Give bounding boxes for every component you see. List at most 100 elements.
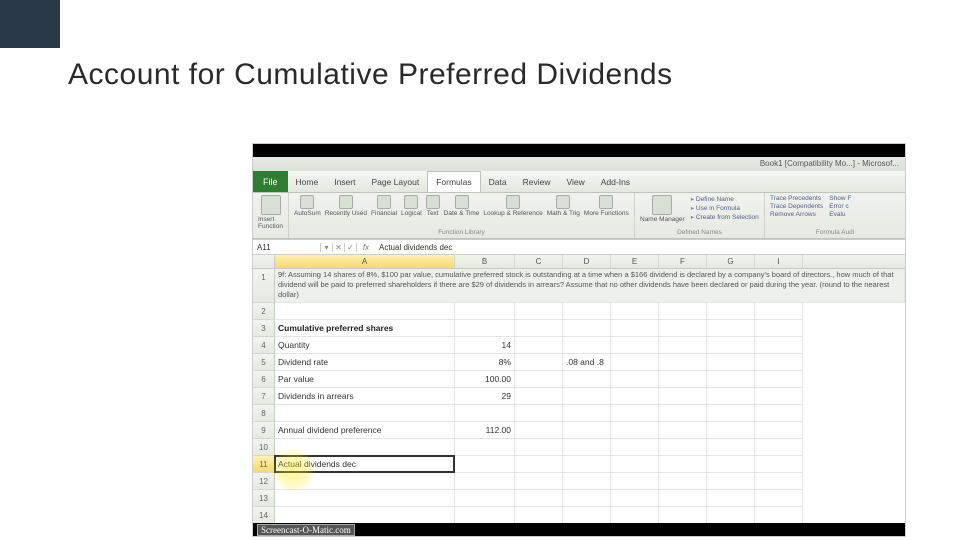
slide-title: Account for Cumulative Preferred Dividen… bbox=[68, 58, 673, 92]
logical-icon bbox=[404, 195, 418, 209]
fx-icon[interactable]: fx bbox=[357, 243, 375, 252]
col-D[interactable]: D bbox=[563, 255, 611, 268]
lookup-button[interactable]: Lookup & Reference bbox=[483, 195, 542, 217]
screencast-watermark: Screencast-O-Matic.com bbox=[257, 524, 355, 536]
cell-B4[interactable]: 14 bbox=[455, 337, 515, 354]
financial-icon bbox=[377, 195, 391, 209]
row-3-header[interactable]: 3 bbox=[253, 320, 275, 337]
tab-home[interactable]: Home bbox=[288, 171, 327, 192]
cell-A5[interactable]: Dividend rate bbox=[275, 354, 455, 371]
cell-D5[interactable]: .08 and .8 bbox=[563, 354, 611, 371]
text-button[interactable]: Text bbox=[426, 195, 440, 217]
row-8-header[interactable]: 8 bbox=[253, 405, 275, 422]
audit-list2: Show F Error c Evalu bbox=[829, 195, 851, 218]
group-function-library: Function Library bbox=[294, 229, 629, 236]
col-C[interactable]: C bbox=[515, 255, 563, 268]
name-box[interactable]: A11 bbox=[253, 243, 321, 252]
row-5-header[interactable]: 5 bbox=[253, 354, 275, 371]
autosum-button[interactable]: AutoSum bbox=[294, 195, 321, 217]
cell-A11-active[interactable]: Actual dividends dec bbox=[275, 456, 455, 473]
cell-B6[interactable]: 100.00 bbox=[455, 371, 515, 388]
trace-dependents-button[interactable]: Trace Dependents bbox=[770, 203, 823, 210]
cell-A6[interactable]: Par value bbox=[275, 371, 455, 388]
financial-button[interactable]: Financial bbox=[371, 195, 397, 217]
row-11-header[interactable]: 11 bbox=[253, 456, 275, 473]
math-icon bbox=[556, 195, 570, 209]
recent-button[interactable]: Recently Used bbox=[325, 195, 367, 217]
column-headers: A B C D E F G I bbox=[253, 255, 905, 269]
name-manager-button[interactable]: Name Manager bbox=[640, 195, 685, 223]
row-12-header[interactable]: 12 bbox=[253, 473, 275, 490]
logical-button[interactable]: Logical bbox=[401, 195, 422, 217]
cell-B9[interactable]: 112.00 bbox=[455, 422, 515, 439]
tab-addins[interactable]: Add-Ins bbox=[593, 171, 638, 192]
ribbon-tabs: File Home Insert Page Layout Formulas Da… bbox=[253, 171, 905, 193]
tab-review[interactable]: Review bbox=[515, 171, 559, 192]
formula-bar[interactable]: Actual dividends dec bbox=[375, 243, 905, 252]
row-4-header[interactable]: 4 bbox=[253, 337, 275, 354]
use-in-formula-button[interactable]: Use in Formula bbox=[691, 204, 759, 212]
error-check-button[interactable]: Error c bbox=[829, 203, 851, 210]
video-letterbox-bottom: Screencast-O-Matic.com bbox=[253, 523, 905, 536]
cell-B5[interactable]: 8% bbox=[455, 354, 515, 371]
recent-icon bbox=[339, 195, 353, 209]
accept-edit-icon[interactable]: ✓ bbox=[345, 243, 357, 252]
text-icon bbox=[426, 195, 440, 209]
row-13-header[interactable]: 13 bbox=[253, 490, 275, 507]
col-F[interactable]: F bbox=[659, 255, 707, 268]
more-icon bbox=[599, 195, 613, 209]
insert-function-button[interactable]: Insert Function bbox=[258, 195, 283, 230]
excel-titlebar: Book1 [Compatibility Mo...] - Microsof..… bbox=[253, 157, 905, 171]
cell-A1[interactable]: 9f: Assuming 14 shares of 8%, $100 par v… bbox=[275, 269, 905, 303]
worksheet-grid[interactable]: 19f: Assuming 14 shares of 8%, $100 par … bbox=[253, 269, 905, 523]
date-button[interactable]: Date & Time bbox=[444, 195, 480, 217]
name-manager-icon bbox=[652, 195, 672, 215]
defined-names-list: Define Name Use in Formula Create from S… bbox=[691, 195, 759, 223]
row-2-header[interactable]: 2 bbox=[253, 303, 275, 320]
tab-page-layout[interactable]: Page Layout bbox=[363, 171, 427, 192]
cell-A3[interactable]: Cumulative preferred shares bbox=[275, 320, 455, 337]
col-I[interactable]: I bbox=[755, 255, 803, 268]
row-9-header[interactable]: 9 bbox=[253, 422, 275, 439]
col-G[interactable]: G bbox=[707, 255, 755, 268]
cell-A9[interactable]: Annual dividend preference bbox=[275, 422, 455, 439]
cell-B7[interactable]: 29 bbox=[455, 388, 515, 405]
more-button[interactable]: More Functions bbox=[584, 195, 629, 217]
cell-A2[interactable] bbox=[275, 303, 455, 320]
tab-data[interactable]: Data bbox=[481, 171, 515, 192]
audit-list: Trace Precedents Trace Dependents Remove… bbox=[770, 195, 823, 218]
excel-screenshot: Book1 [Compatibility Mo...] - Microsof..… bbox=[252, 143, 906, 537]
create-from-selection-button[interactable]: Create from Selection bbox=[691, 213, 759, 221]
fx-icon bbox=[261, 195, 281, 215]
formula-bar-row: A11 ▾ ✕ ✓ fx Actual dividends dec bbox=[253, 239, 905, 255]
math-button[interactable]: Math & Trig bbox=[547, 195, 580, 217]
define-name-button[interactable]: Define Name bbox=[691, 195, 759, 203]
group-formula-auditing: Formula Audi bbox=[770, 229, 900, 236]
tab-formulas[interactable]: Formulas bbox=[427, 171, 480, 192]
cell-A7[interactable]: Dividends in arrears bbox=[275, 388, 455, 405]
evaluate-button[interactable]: Evalu bbox=[829, 211, 851, 218]
date-icon bbox=[455, 195, 469, 209]
trace-precedents-button[interactable]: Trace Precedents bbox=[770, 195, 823, 202]
row-10-header[interactable]: 10 bbox=[253, 439, 275, 456]
slide-accent-bar bbox=[0, 0, 60, 48]
remove-arrows-button[interactable]: Remove Arrows bbox=[770, 211, 823, 218]
row-7-header[interactable]: 7 bbox=[253, 388, 275, 405]
name-box-dropdown-icon[interactable]: ▾ bbox=[321, 243, 333, 252]
row-6-header[interactable]: 6 bbox=[253, 371, 275, 388]
tab-file[interactable]: File bbox=[253, 171, 288, 192]
group-defined-names: Defined Names bbox=[640, 229, 759, 236]
col-A[interactable]: A bbox=[275, 255, 455, 268]
row-14-header[interactable]: 14 bbox=[253, 507, 275, 523]
row-1-header[interactable]: 1 bbox=[253, 269, 275, 303]
cancel-edit-icon[interactable]: ✕ bbox=[333, 243, 345, 252]
col-E[interactable]: E bbox=[611, 255, 659, 268]
ribbon-toolbar: Insert Function AutoSum Recently Used Fi… bbox=[253, 193, 905, 239]
show-formulas-button[interactable]: Show F bbox=[829, 195, 851, 202]
tab-insert[interactable]: Insert bbox=[326, 171, 363, 192]
lookup-icon bbox=[506, 195, 520, 209]
cell-A4[interactable]: Quantity bbox=[275, 337, 455, 354]
col-B[interactable]: B bbox=[455, 255, 515, 268]
sigma-icon bbox=[300, 195, 314, 209]
tab-view[interactable]: View bbox=[558, 171, 592, 192]
